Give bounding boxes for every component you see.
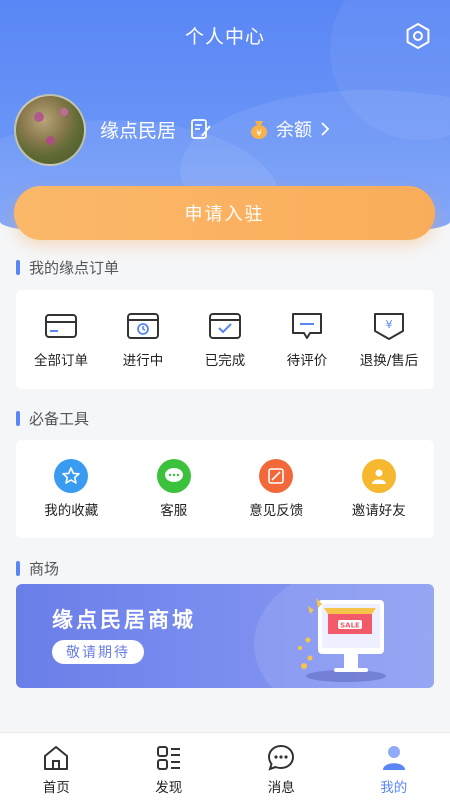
- tool-customer-service[interactable]: 客服: [124, 459, 224, 519]
- tools-section-title: 必备工具: [16, 408, 89, 429]
- comment-icon: [292, 312, 322, 339]
- home-icon: [44, 746, 69, 770]
- order-completed[interactable]: 已完成: [185, 311, 265, 369]
- svg-text:¥: ¥: [386, 318, 393, 331]
- mall-banner[interactable]: 缘点民居商城 敬请期待 SALE: [16, 584, 434, 688]
- card-icon: [45, 313, 77, 338]
- star-icon: [54, 459, 89, 493]
- bottom-tab-bar: 首页 发现 消息 我的: [0, 732, 450, 800]
- orders-card: 全部订单 进行中 已完成 待评价 ¥ 退换/售后: [16, 290, 434, 389]
- order-refund[interactable]: ¥ 退换/售后: [349, 311, 429, 369]
- avatar[interactable]: [14, 94, 86, 166]
- balance-label: 余额: [276, 120, 312, 141]
- mall-coming-soon-tag: 敬请期待: [52, 640, 144, 664]
- orders-section-title: 我的缘点订单: [16, 257, 119, 278]
- tools-card: 我的收藏 客服 意见反馈 邀请好友: [16, 440, 434, 538]
- order-all[interactable]: 全部订单: [21, 311, 101, 369]
- chat-icon: [156, 459, 191, 493]
- tab-discover[interactable]: 发现: [113, 733, 226, 800]
- tool-invite[interactable]: 邀请好友: [329, 459, 429, 519]
- tab-profile[interactable]: 我的: [338, 733, 450, 800]
- chevron-right-icon: [321, 122, 330, 136]
- mall-banner-title: 缘点民居商城: [52, 608, 196, 632]
- in-progress-icon: [127, 312, 159, 339]
- tool-feedback[interactable]: 意见反馈: [226, 459, 326, 519]
- order-in-progress[interactable]: 进行中: [103, 311, 183, 369]
- refund-icon: ¥: [374, 312, 404, 340]
- tool-favorites[interactable]: 我的收藏: [21, 459, 121, 519]
- page-title: 个人中心: [184, 26, 265, 48]
- message-icon: [268, 744, 295, 771]
- completed-icon: [209, 312, 241, 339]
- invite-icon: [361, 459, 396, 493]
- order-to-review[interactable]: 待评价: [267, 311, 347, 369]
- apply-button[interactable]: 申请入驻: [14, 186, 435, 240]
- mall-section-title: 商场: [16, 558, 59, 579]
- edit-icon[interactable]: [190, 118, 212, 140]
- feedback-icon: [259, 459, 294, 493]
- svg-text:SALE: SALE: [340, 622, 360, 630]
- svg-text:¥: ¥: [256, 129, 262, 139]
- money-bag-icon: ¥: [251, 121, 267, 139]
- profile-icon: [382, 746, 405, 770]
- username: 缘点民居: [100, 120, 177, 142]
- settings-icon[interactable]: [404, 22, 432, 50]
- discover-icon: [156, 746, 180, 770]
- tab-home[interactable]: 首页: [0, 733, 113, 800]
- balance-link[interactable]: ¥ 余额: [248, 116, 330, 142]
- tab-messages[interactable]: 消息: [225, 733, 338, 800]
- sale-monitor-illustration: SALE: [298, 598, 386, 682]
